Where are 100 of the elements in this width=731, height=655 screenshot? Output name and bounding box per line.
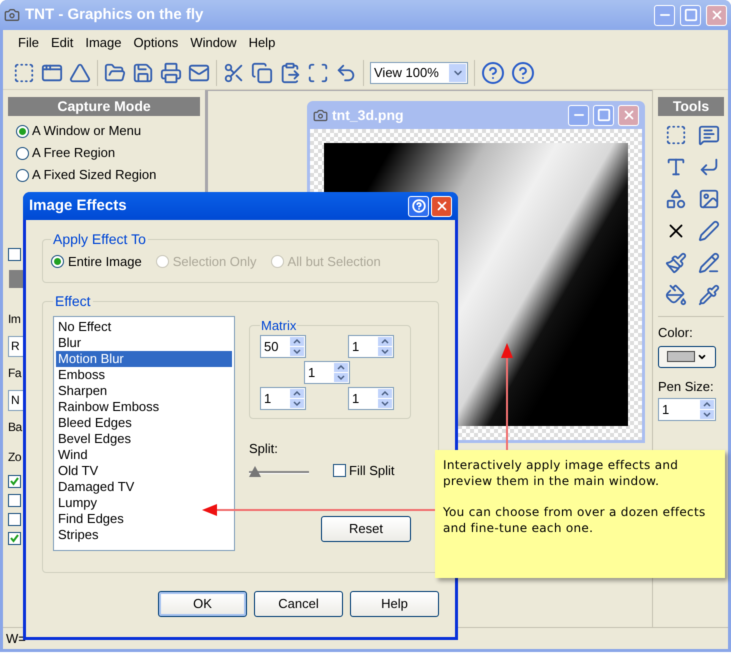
save-icon[interactable] <box>132 62 154 84</box>
list-item[interactable]: Blur <box>56 334 232 350</box>
spinner-arrows-icon[interactable] <box>290 389 304 408</box>
panel-label: Im <box>8 311 20 328</box>
maximize-icon <box>684 8 698 22</box>
radio-button[interactable] <box>16 146 29 160</box>
spinner-arrows-icon[interactable] <box>290 337 304 356</box>
help-button[interactable] <box>408 196 429 216</box>
close-icon <box>434 199 448 213</box>
maximize-icon <box>596 108 610 122</box>
close-icon <box>622 108 636 122</box>
radio-label[interactable]: Entire Image <box>68 252 142 272</box>
callout-text: You can choose from over a dozen effects and fine-tune each one. <box>443 504 707 536</box>
checkbox[interactable] <box>333 464 346 477</box>
camera-icon <box>313 108 328 122</box>
pen-icon[interactable] <box>698 220 720 242</box>
selection-rectangle-icon[interactable] <box>664 124 686 146</box>
radio-button[interactable] <box>51 255 64 268</box>
list-item[interactable]: Stripes <box>56 526 232 542</box>
checkbox-label[interactable]: Fill Split <box>349 460 395 480</box>
panel-header: Capture Mode <box>8 97 200 116</box>
image-icon[interactable] <box>698 188 720 210</box>
capture-region-icon[interactable] <box>13 62 35 84</box>
menu-item[interactable]: Window <box>185 33 242 53</box>
checkbox[interactable] <box>8 475 21 488</box>
status-text: W= <box>6 630 26 648</box>
checkbox[interactable] <box>8 532 21 545</box>
group-title: Matrix <box>260 316 298 334</box>
list-item[interactable]: Bevel Edges <box>56 430 232 446</box>
dialog-button[interactable]: OK <box>158 590 247 616</box>
list-item[interactable]: Emboss <box>56 366 232 382</box>
dialog-button[interactable]: Cancel <box>254 590 343 616</box>
list-item[interactable]: No Effect <box>56 318 232 334</box>
panel-label: Zo <box>8 449 22 466</box>
panel-label: Fa <box>8 365 22 382</box>
number-field[interactable]: 1 <box>304 361 350 384</box>
checkbox[interactable] <box>8 248 21 261</box>
help-icon[interactable] <box>511 60 535 84</box>
list-item[interactable]: Bleed Edges <box>56 414 232 430</box>
triangle-icon[interactable] <box>69 62 91 84</box>
spinner-arrows-icon[interactable] <box>700 400 714 419</box>
pen-size-label: Pen Size: <box>658 378 715 396</box>
list-item[interactable]: Motion Blur <box>56 350 232 366</box>
menu-item[interactable]: Edit <box>46 33 78 53</box>
printer-icon[interactable] <box>160 62 182 84</box>
number-field[interactable]: 50 <box>260 335 306 358</box>
spinner-arrows-icon[interactable] <box>378 389 392 408</box>
open-folder-icon[interactable] <box>104 62 126 84</box>
undo-icon[interactable] <box>335 62 357 84</box>
radio-label[interactable]: A Window or Menu <box>32 121 142 141</box>
slider-thumb[interactable] <box>249 466 261 478</box>
shapes-icon[interactable] <box>664 188 686 210</box>
menu-item[interactable]: Help <box>244 33 280 53</box>
group-title: Apply Effect To <box>52 230 147 249</box>
panel-label: Ba <box>8 419 22 436</box>
speech-bubble-icon[interactable] <box>698 124 720 146</box>
fit-frame-icon[interactable] <box>307 62 329 84</box>
reset-button[interactable]: Reset <box>321 516 411 542</box>
group-title: Effect <box>54 292 92 310</box>
spinner-arrows-icon[interactable] <box>378 337 392 356</box>
paste-icon[interactable] <box>279 62 301 84</box>
checkbox[interactable] <box>8 513 21 526</box>
menu-item[interactable]: Image <box>80 33 126 53</box>
pencil-icon[interactable] <box>698 252 720 274</box>
spinner-arrows-icon[interactable] <box>334 363 348 382</box>
number-field[interactable]: 1 <box>260 387 306 410</box>
close-button[interactable] <box>431 196 452 216</box>
dialog-title: Image Effects <box>29 196 128 216</box>
list-item[interactable]: Find Edges <box>56 510 232 526</box>
list-item[interactable]: Sharpen <box>56 382 232 398</box>
camera-icon <box>4 7 20 23</box>
menu-item[interactable]: File <box>13 33 44 53</box>
color-picker-button[interactable] <box>658 346 716 368</box>
color-label: Color: <box>658 324 694 342</box>
cut-icon[interactable] <box>223 62 245 84</box>
radio-button[interactable] <box>16 168 29 182</box>
list-item[interactable]: Wind <box>56 446 232 462</box>
number-field[interactable]: 1 <box>658 398 716 421</box>
list-item[interactable]: Lumpy <box>56 494 232 510</box>
number-field[interactable]: 1 <box>348 387 394 410</box>
radio-label[interactable]: A Free Region <box>32 143 116 163</box>
radio-label[interactable]: A Fixed Sized Region <box>32 165 156 185</box>
zoom-dropdown[interactable]: View 100% <box>370 62 468 84</box>
panel-header: Tools <box>658 97 724 116</box>
window-title: TNT - Graphics on the fly <box>25 4 204 25</box>
window-title: tnt_3d.png <box>332 106 405 125</box>
dialog-button[interactable]: Help <box>350 590 439 616</box>
copy-icon[interactable] <box>251 62 273 84</box>
return-arrow-icon[interactable] <box>698 156 720 178</box>
menu-item[interactable]: Options <box>128 33 184 53</box>
checkbox[interactable] <box>8 494 21 507</box>
radio-button[interactable] <box>16 124 29 138</box>
paint-bucket-icon[interactable] <box>664 284 686 306</box>
list-item[interactable]: Old TV <box>56 462 232 478</box>
list-item[interactable]: Damaged TV <box>56 478 232 494</box>
paintbrush-icon[interactable] <box>664 252 686 274</box>
eyedropper-icon[interactable] <box>698 284 720 306</box>
number-field[interactable]: 1 <box>348 335 394 358</box>
list-item[interactable]: Rainbow Emboss <box>56 398 232 414</box>
split-label: Split: <box>249 440 279 458</box>
